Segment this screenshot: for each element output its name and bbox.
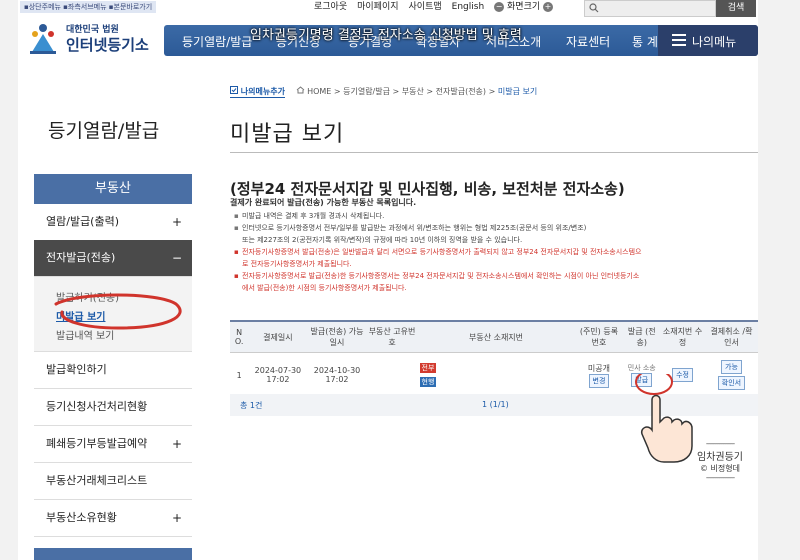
skip-links[interactable]: ▪상단주메뉴 ▪좌측서브메뉴 ▪본문바로가기	[20, 1, 157, 13]
page-subheading: (정부24 전자문서지갑 및 민사집행, 비송, 보전처분 전자소송)	[230, 180, 625, 198]
cell-address: 전부 현행	[417, 352, 575, 398]
site-logo[interactable]: 대한민국 법원 인터넷등기소	[26, 18, 166, 60]
sidebar-item-issue-confirm[interactable]: 발급확인하기	[34, 352, 192, 389]
check-icon	[230, 86, 238, 94]
dash-line: ---------------	[705, 473, 735, 482]
sidebar-section-realestate[interactable]: 부동산	[34, 174, 192, 204]
col-address: 부동산 소재지번	[417, 320, 575, 353]
total-count: 총 1건	[240, 401, 263, 410]
sitemap-link[interactable]: 사이트맵	[409, 0, 442, 14]
zoom-label: 화면크기	[507, 2, 541, 12]
search-icon	[589, 3, 599, 13]
search-button[interactable]: 검색	[716, 0, 756, 17]
col-available-at: 발급(전송) 가능일시	[307, 320, 367, 353]
cell-unique-no	[366, 352, 418, 398]
breadcrumb: 나의메뉴추가 HOME > 등기열람/발급 > 부동산 > 전자발급(전송) >…	[230, 86, 537, 98]
sidebar-item-label: 전자발급(전송)	[46, 251, 116, 264]
reg-no-value: 미공개	[587, 363, 610, 373]
sidebar-item-checklist[interactable]: 부동산거래체크리스트	[34, 463, 192, 500]
sidebar-item-label: 발급확인하기	[46, 363, 107, 376]
tag-full: 전부	[419, 363, 437, 373]
nav-item-registry-view[interactable]: 등기열람/발급	[182, 33, 252, 50]
expand-icon: +	[171, 437, 182, 451]
expand-icon: +	[171, 215, 182, 229]
notice-item-red: 전자등기사항증명서 발급(전송)은 일반발급과 달리 서면으로 등기사항증명서가…	[234, 246, 754, 258]
table-header-row: N O. 결제일시 발급(전송) 가능일시 부동산 고유번호 부동산 소재지번 …	[230, 320, 758, 353]
sidebar-item-label: 부동산거래체크리스트	[46, 474, 148, 487]
col-no: N O.	[230, 320, 249, 353]
col-issue: 발급 (전송)	[623, 320, 661, 353]
breadcrumb-path[interactable]: HOME > 등기열람/발급 > 부동산 > 전자발급(전송) >	[307, 87, 495, 96]
sidebar-item-label: 부동산소유현황	[46, 511, 117, 524]
sidebar-item-label: 등기신청사건처리현황	[46, 400, 148, 413]
watermark-line1: 임차권등기	[697, 452, 743, 463]
logo-title: 인터넷등기소	[66, 36, 149, 54]
dash-line: ---------------	[705, 439, 735, 448]
zoom-control: − 화면크기 +	[494, 0, 554, 14]
sidebar-item-label: 열람/발급(출력)	[46, 215, 120, 228]
col-cancel: 결제취소 /확인서	[704, 320, 758, 353]
zoom-out-button[interactable]: −	[494, 1, 505, 12]
add-my-menu-button[interactable]: 나의메뉴추가	[230, 86, 285, 98]
cell-paid-at: 2024-07-30 17:02	[248, 352, 308, 398]
notice-item: 미발급 내역은 결제 후 3개월 경과시 삭제됩니다.	[234, 210, 754, 222]
mypage-link[interactable]: 마이페이지	[357, 0, 398, 14]
pagination[interactable]: 1 (1/1)	[482, 400, 509, 409]
utility-links: 로그아웃 마이페이지 사이트맵 English − 화면크기 +	[314, 0, 554, 14]
logout-link[interactable]: 로그아웃	[314, 0, 347, 14]
cell-available-at: 2024-10-30 17:02	[307, 352, 367, 398]
expand-icon: +	[171, 511, 182, 525]
notice-item: 인터넷으로 등기사항증명서 전부/일부를 발급받는 과정에서 위/변조하는 행위…	[234, 222, 754, 234]
cell-no: 1	[230, 352, 249, 398]
add-my-menu-label: 나의메뉴추가	[240, 87, 285, 96]
col-paid-at: 결제일시	[248, 320, 308, 353]
zoom-in-button[interactable]: +	[543, 1, 554, 12]
collapse-icon: −	[171, 251, 182, 265]
notice-list: 미발급 내역은 결제 후 3개월 경과시 삭제됩니다. 인터넷으로 등기사항증명…	[234, 210, 754, 294]
search-input[interactable]	[584, 0, 716, 17]
page: ▪상단주메뉴 ▪좌측서브메뉴 ▪본문바로가기 로그아웃 마이페이지 사이트맵 E…	[18, 0, 758, 560]
sidebar-item-label: 폐쇄등기부등발급예약	[46, 437, 148, 450]
col-unique-no: 부동산 고유번호	[366, 320, 418, 353]
court-emblem-icon	[30, 24, 56, 54]
cancel-available-button[interactable]: 가능	[721, 360, 742, 374]
top-utility-bar: ▪상단주메뉴 ▪좌측서브메뉴 ▪본문바로가기 로그아웃 마이페이지 사이트맵 E…	[18, 0, 758, 17]
col-reg-no: (주민) 등록번호	[574, 320, 624, 353]
sidebar-item-e-issue[interactable]: 전자발급(전송) −	[34, 240, 192, 277]
overlay-caption: 임차권등기명령 결정문 전자소송 신청방법 및 효력	[250, 28, 522, 43]
sidebar-item-case-status[interactable]: 등기신청사건처리현황	[34, 389, 192, 426]
page-title: 미발급 보기	[230, 122, 345, 147]
red-highlight-mark	[54, 293, 182, 330]
english-link[interactable]: English	[452, 0, 485, 14]
my-menu-button[interactable]: 나의메뉴	[658, 25, 758, 56]
hamburger-icon	[672, 34, 686, 46]
notice-item-red: 전자등기사항증명서로 발급(전송)한 등기사항증명서는 정부24 전자문서지갑 …	[234, 270, 754, 282]
sidebar-item-closed-registry[interactable]: 폐쇄등기부등발급예약 +	[34, 426, 192, 463]
tag-current: 현행	[419, 377, 437, 387]
breadcrumb-current: 미발급 보기	[497, 87, 538, 96]
change-reg-button[interactable]: 변경	[588, 373, 610, 388]
notice-item-continued: 또는 제227조의 2(공전자기록 위작/변작)의 규정에 따라 10년 이하의…	[242, 236, 523, 244]
watermark: --------------- 임차권등기 © 비정형데 -----------…	[670, 440, 758, 482]
nav-item-stats[interactable]: 통 계	[632, 33, 658, 50]
col-edit: 소재지번 수정	[660, 320, 705, 353]
sidebar-item-ownership[interactable]: 부동산소유현황 +	[34, 500, 192, 537]
notice-item-continued: 로 전자등기사항증명서가 제출됩니다.	[242, 260, 352, 268]
issue-type-label: 민사 소송	[627, 364, 656, 372]
sidebar-next-section[interactable]	[34, 548, 192, 560]
notice-item-continued: 에서 발급(전송)한 시점의 등기사항증명서가 제출됩니다.	[242, 284, 407, 292]
confirm-doc-button[interactable]: 확인서	[717, 376, 746, 390]
title-divider	[230, 152, 758, 153]
cell-reg-no: 미공개 변경	[574, 352, 624, 398]
page-description: 결제가 완료되어 발급(전송) 가능한 부동산 목록입니다.	[230, 198, 417, 207]
home-icon	[296, 86, 304, 94]
sidebar-title: 등기열람/발급	[48, 120, 160, 142]
sidebar-item-view-issue[interactable]: 열람/발급(출력) +	[34, 204, 192, 241]
my-menu-label: 나의메뉴	[692, 35, 737, 49]
nav-item-resources[interactable]: 자료센터	[566, 33, 610, 50]
